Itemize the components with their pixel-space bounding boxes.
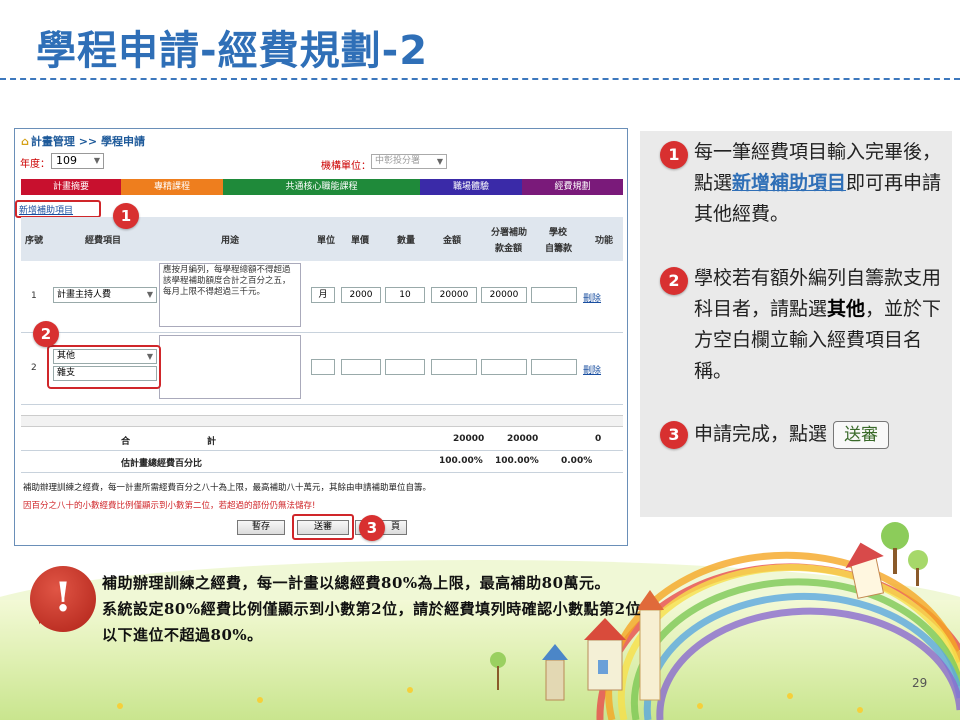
highlight-box-2 <box>47 345 161 389</box>
org-select[interactable]: 中彰投分署 ▼ <box>371 154 447 169</box>
col-unit: 單位 <box>317 236 336 246</box>
price-input[interactable]: 2000 <box>341 287 381 303</box>
step-badge-1: 1 <box>660 141 688 169</box>
warning-line-2: 系統設定80%經費比例僅顯示到小數第2位，請於經費填列時確認小數點第2位 <box>102 600 642 618</box>
total-school: 0 <box>595 434 602 444</box>
col-qty: 數量 <box>397 236 416 246</box>
percent-subsidy: 100.00% <box>495 456 539 466</box>
col-price: 單價 <box>351 236 370 246</box>
org-value: 中彰投分署 <box>375 156 421 166</box>
chevron-down-icon: ▼ <box>146 290 153 299</box>
tab-plan-summary[interactable]: 計畫摘要 <box>21 179 121 195</box>
step-3-text: 申請完成，點選 送審 <box>694 419 946 450</box>
col-item: 經費項目 <box>85 236 122 246</box>
instruction-panel: 1 每一筆經費項目輸入完畢後，點選新增補助項目即可再申請其他經費。 2 學校若有… <box>640 131 952 517</box>
total-label-b: 計 <box>207 437 217 447</box>
percent-label: 估計畫總經費百分比 <box>121 459 203 469</box>
school-input[interactable] <box>531 359 577 375</box>
step-1-text: 每一筆經費項目輸入完畢後，點選新增補助項目即可再申請其他經費。 <box>694 137 946 230</box>
unit-input[interactable] <box>311 359 335 375</box>
col-subsidy-2: 款金額 <box>495 244 523 254</box>
org-label: 機構單位： <box>321 161 371 172</box>
step-2-text: 學校若有額外編列自籌款支用科目者，請點選其他，並於下方空白欄立輸入經費項目名稱。 <box>694 263 946 387</box>
total-subsidy: 20000 <box>507 434 539 444</box>
step-3-submit-button-sample: 送審 <box>833 420 890 449</box>
table-header: 序號 經費項目 用途 單位 單價 數量 金額 分署補助 款金額 學校 自籌款 功… <box>21 217 623 261</box>
chevron-down-icon: ▼ <box>436 157 443 166</box>
step-1-link: 新增補助項目 <box>732 172 847 194</box>
amount-input[interactable] <box>431 359 477 375</box>
chevron-down-icon: ▼ <box>93 156 100 165</box>
col-school-1: 學校 <box>549 228 568 238</box>
usage-textarea[interactable]: 應按月編列，每學程總額不得超過該學程補助額度合計之百分之五，每月上限不得超過三千… <box>159 263 301 327</box>
callout-badge-1: 1 <box>113 203 139 229</box>
percent-row: 估計畫總經費百分比 100.00% 100.00% 0.00% <box>21 451 623 473</box>
step-badge-3: 3 <box>660 421 688 449</box>
col-amount: 金額 <box>443 236 462 246</box>
step-2-bold: 其他 <box>827 298 866 320</box>
page-number: 29 <box>912 676 928 690</box>
step-3-pre: 申請完成，點選 <box>694 423 828 445</box>
subsidy-note: 補助辦理訓練之經費，每一計畫所需經費百分之八十為上限，最高補助八十萬元，其餘由申… <box>23 483 432 493</box>
year-label: 年度： <box>20 159 50 170</box>
warning-line-1: 補助辦理訓練之經費，每一計畫以總經費80%為上限，最高補助80萬元。 <box>102 574 611 592</box>
subsidy-input[interactable] <box>481 359 527 375</box>
year-value: 109 <box>56 154 77 167</box>
flowers-decoration <box>117 687 863 713</box>
amount-input[interactable]: 20000 <box>431 287 477 303</box>
col-usage: 用途 <box>221 236 240 246</box>
delete-link[interactable]: 刪除 <box>583 291 601 304</box>
total-row: 合 計 20000 20000 0 <box>21 429 623 451</box>
breadcrumb: ⌂ 計畫管理 >> 學程申請 <box>21 133 145 149</box>
total-label-a: 合 <box>121 437 131 447</box>
item-value: 計畫主持人費 <box>57 290 112 300</box>
title-divider <box>0 78 960 80</box>
col-subsidy-1: 分署補助 <box>491 228 528 238</box>
unit-input[interactable]: 月 <box>311 287 335 303</box>
highlight-box-1 <box>15 200 101 218</box>
table-row: 1 計畫主持人費 ▼ 應按月編列，每學程總額不得超過該學程補助額度合計之百分之五… <box>21 261 623 333</box>
row-seq: 2 <box>31 363 37 373</box>
price-input[interactable] <box>341 359 381 375</box>
tab-workplace-experience[interactable]: 職場體驗 <box>420 179 522 195</box>
school-input[interactable] <box>531 287 577 303</box>
col-seq: 序號 <box>25 236 44 246</box>
tab-specialty-course[interactable]: 專精課程 <box>121 179 223 195</box>
year-select[interactable]: 109 ▼ <box>51 153 104 169</box>
item-select[interactable]: 計畫主持人費 ▼ <box>53 287 157 303</box>
tab-bar: 計畫摘要 專精課程 共通核心職能課程 職場體驗 經費規劃 <box>21 179 623 195</box>
warning-line-3: 以下進位不超過80%。 <box>102 626 263 644</box>
usage-textarea[interactable] <box>159 335 301 399</box>
qty-input[interactable] <box>385 359 425 375</box>
home-icon: ⌂ <box>21 135 29 148</box>
callout-badge-2: 2 <box>33 321 59 347</box>
horizontal-scrollbar[interactable] <box>21 415 623 427</box>
row-seq: 1 <box>31 291 37 301</box>
slide-title: 學程申請-經費規劃-2 <box>36 28 429 74</box>
percent-amount: 100.00% <box>439 456 483 466</box>
col-action: 功能 <box>595 236 614 246</box>
delete-link[interactable]: 刪除 <box>583 363 601 376</box>
breadcrumb-text: 計畫管理 >> 學程申請 <box>30 135 145 148</box>
step-badge-2: 2 <box>660 267 688 295</box>
col-school-2: 自籌款 <box>545 244 573 254</box>
tab-budget-planning[interactable]: 經費規劃 <box>522 179 623 195</box>
tab-core-course[interactable]: 共通核心職能課程 <box>223 179 420 195</box>
screenshot-panel: ⌂ 計畫管理 >> 學程申請 年度： 109 ▼ 機構單位： 中彰投分署 ▼ 計畫… <box>14 128 628 546</box>
subsidy-input[interactable]: 20000 <box>481 287 527 303</box>
qty-input[interactable]: 10 <box>385 287 425 303</box>
total-amount: 20000 <box>453 434 485 444</box>
percent-school: 0.00% <box>561 456 593 466</box>
exclamation-icon: ! <box>30 566 96 632</box>
